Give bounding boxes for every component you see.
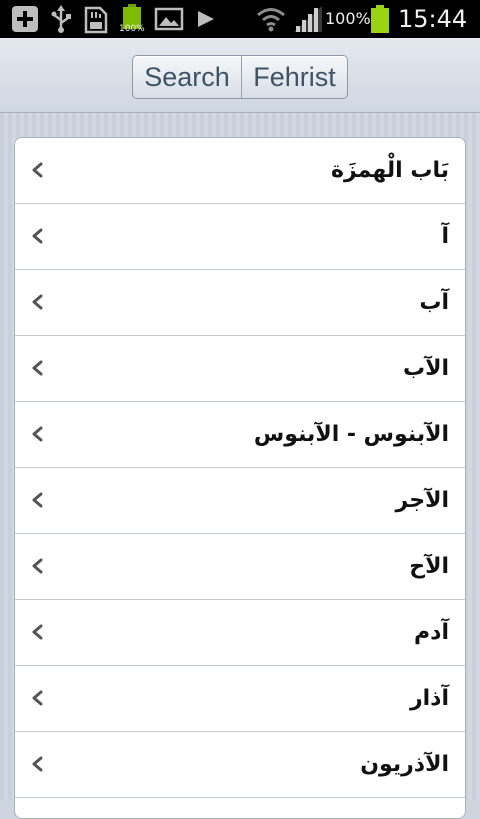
list-item[interactable]: آب [15, 270, 465, 336]
chevron-left-icon [32, 624, 43, 640]
list-item-label: الآبنوس - الآبنوس [253, 422, 449, 447]
chevron-left-icon [32, 162, 43, 178]
list-item[interactable]: الآب [15, 336, 465, 402]
chevron-left-icon [32, 558, 43, 574]
content-area: بَاب الْهمزَة آ آب الآب الآبنوس - الآبنو… [0, 113, 480, 819]
list-item[interactable]: الآبنوس - الآبنوس [15, 402, 465, 468]
signal-icon [294, 6, 322, 32]
list-item[interactable]: الآذريون [15, 732, 465, 798]
status-bar: 100% 100% 15:44 [0, 0, 480, 38]
list-item[interactable]: الآجر [15, 468, 465, 534]
chevron-left-icon [32, 294, 43, 310]
clock: 15:44 [398, 5, 468, 33]
entry-list: بَاب الْهمزَة آ آب الآب الآبنوس - الآبنو… [14, 137, 466, 819]
list-item[interactable]: آذار [15, 666, 465, 732]
wifi-icon [257, 8, 285, 32]
list-item[interactable]: بَاب الْهمزَة [15, 138, 465, 204]
usb-icon [51, 5, 71, 33]
chevron-left-icon [32, 228, 43, 244]
list-item-label: الآذريون [360, 752, 449, 777]
add-icon [12, 6, 38, 32]
chevron-left-icon [32, 426, 43, 442]
list-item-label: بَاب الْهمزَة [330, 158, 449, 183]
list-item-label: الآب [402, 356, 449, 381]
list-item-label: آذار [409, 686, 449, 711]
battery-percent: 100% [325, 9, 371, 28]
list-item-label: آدم [414, 620, 449, 645]
sd-card-icon [84, 6, 108, 34]
list-item[interactable]: الآح [15, 534, 465, 600]
list-item-label: آب [419, 290, 449, 315]
list-item-label: الآح [409, 554, 449, 579]
chevron-left-icon [32, 492, 43, 508]
search-button[interactable]: Search [133, 56, 241, 98]
list-item[interactable]: آ [15, 204, 465, 270]
chevron-left-icon [32, 756, 43, 772]
battery-icon [371, 5, 389, 33]
chevron-left-icon [32, 690, 43, 706]
image-icon [154, 7, 184, 31]
chevron-left-icon [32, 360, 43, 376]
list-item-label: الآجر [395, 488, 449, 513]
toolbar: Search Fehrist [0, 38, 480, 113]
play-icon [198, 11, 214, 27]
fehrist-button[interactable]: Fehrist [242, 56, 347, 98]
list-item-label: آ [441, 224, 449, 249]
segmented-control: Search Fehrist [132, 55, 348, 99]
list-item[interactable]: آدم [15, 600, 465, 666]
